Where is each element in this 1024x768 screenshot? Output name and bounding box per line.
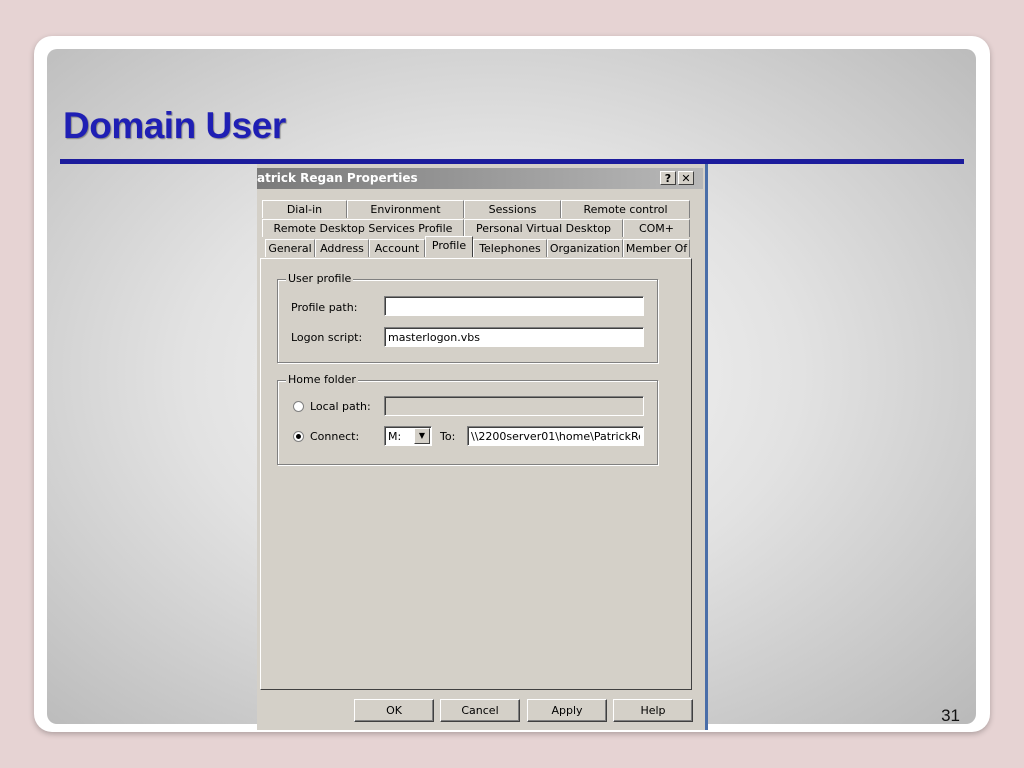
to-path-input[interactable] bbox=[467, 426, 644, 446]
tab-address[interactable]: Address bbox=[315, 239, 369, 257]
cancel-button[interactable]: Cancel bbox=[440, 699, 520, 722]
tab-personal-virtual-desktop[interactable]: Personal Virtual Desktop bbox=[464, 219, 623, 237]
logon-script-label: Logon script: bbox=[291, 331, 363, 344]
tab-sessions[interactable]: Sessions bbox=[464, 200, 561, 218]
user-profile-group-label: User profile bbox=[286, 272, 354, 285]
help-button[interactable]: Help bbox=[613, 699, 693, 722]
tab-organization[interactable]: Organization bbox=[547, 239, 623, 257]
drive-letter-value: M: bbox=[388, 430, 402, 443]
properties-dialog: atrick Regan Properties ? ✕ Dial-in Envi… bbox=[257, 164, 708, 730]
help-icon[interactable]: ? bbox=[660, 171, 676, 185]
home-folder-group-label: Home folder bbox=[286, 373, 358, 386]
to-label: To: bbox=[440, 430, 456, 443]
connect-label: Connect: bbox=[310, 430, 360, 443]
ok-button[interactable]: OK bbox=[354, 699, 434, 722]
close-icon[interactable]: ✕ bbox=[678, 171, 694, 185]
profile-path-label: Profile path: bbox=[291, 301, 358, 314]
profile-path-input[interactable] bbox=[384, 296, 644, 316]
tab-general[interactable]: General bbox=[265, 239, 315, 257]
dropdown-arrow-icon[interactable]: ▼ bbox=[414, 428, 430, 444]
dialog-titlebar[interactable]: atrick Regan Properties ? ✕ bbox=[257, 168, 703, 189]
local-path-input[interactable] bbox=[384, 396, 644, 416]
profile-tab-panel: User profile Profile path: Logon script:… bbox=[260, 258, 692, 690]
dialog-title: atrick Regan Properties bbox=[257, 171, 418, 185]
tab-remote-control[interactable]: Remote control bbox=[561, 200, 690, 218]
slide-title: Domain User bbox=[63, 105, 286, 146]
slide-number: 31 bbox=[941, 706, 960, 724]
logon-script-input[interactable] bbox=[384, 327, 644, 347]
local-path-radio[interactable] bbox=[293, 401, 304, 412]
tab-profile[interactable]: Profile bbox=[425, 236, 473, 257]
tab-com-plus[interactable]: COM+ bbox=[623, 219, 690, 237]
local-path-label: Local path: bbox=[310, 400, 371, 413]
tab-member-of[interactable]: Member Of bbox=[623, 239, 690, 257]
tab-account[interactable]: Account bbox=[369, 239, 425, 257]
home-folder-group: Home folder Local path: Connect: M: ▼ To… bbox=[277, 373, 658, 465]
tab-telephones[interactable]: Telephones bbox=[473, 239, 547, 257]
tab-environment[interactable]: Environment bbox=[347, 200, 464, 218]
connect-radio[interactable] bbox=[293, 431, 304, 442]
tab-dial-in[interactable]: Dial-in bbox=[262, 200, 347, 218]
user-profile-group: User profile Profile path: Logon script: bbox=[277, 272, 658, 363]
apply-button[interactable]: Apply bbox=[527, 699, 607, 722]
drive-letter-select[interactable]: M: ▼ bbox=[384, 426, 432, 446]
tab-remote-desktop-services-profile[interactable]: Remote Desktop Services Profile bbox=[262, 219, 464, 237]
